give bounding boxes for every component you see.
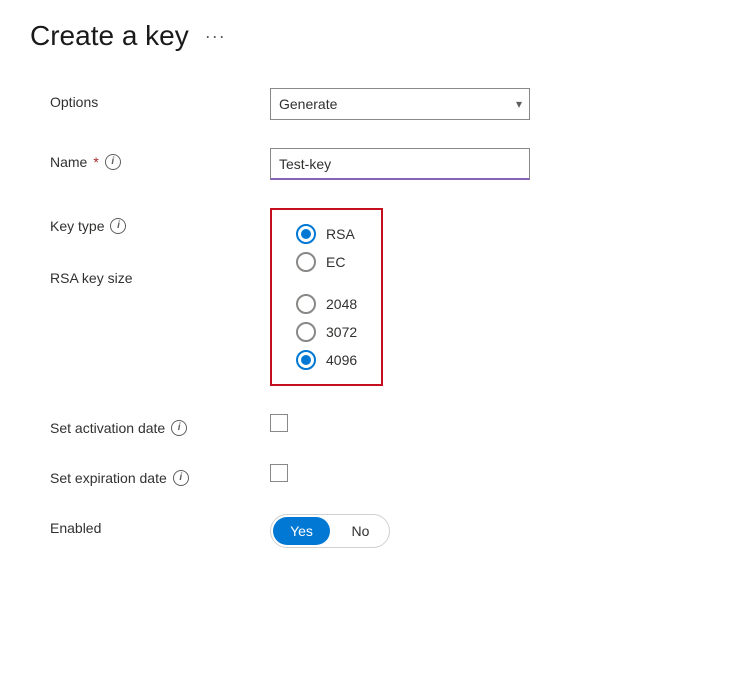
activation-date-control: [270, 414, 704, 432]
options-select-wrapper: GenerateImport: [270, 88, 530, 120]
rsa-label-text: RSA: [326, 226, 355, 242]
ec-label-text: EC: [326, 254, 345, 270]
required-indicator: *: [93, 154, 98, 170]
name-label: Name * i: [50, 148, 270, 170]
name-info-icon[interactable]: i: [105, 154, 121, 170]
expiration-date-label: Set expiration date i: [50, 464, 270, 486]
options-row: Options GenerateImport: [50, 88, 704, 120]
radio-3072-item[interactable]: 3072: [296, 322, 357, 342]
key-type-rsa-labels: Key type i RSA key size: [50, 208, 270, 286]
page-title: Create a key: [30, 20, 189, 52]
enabled-control: Yes No: [270, 514, 704, 548]
key-type-rsa-box-area: RSA EC 2048 3072: [270, 208, 383, 386]
name-control: [270, 148, 704, 180]
expiration-date-row: Set expiration date i: [50, 464, 704, 486]
radio-2048-item[interactable]: 2048: [296, 294, 357, 314]
key-type-label-col: Key type i: [50, 208, 270, 264]
radio-rsa-item[interactable]: RSA: [296, 224, 357, 244]
radio-ec-item[interactable]: EC: [296, 252, 357, 272]
key-type-info-col[interactable]: i: [110, 218, 126, 234]
enabled-label: Enabled: [50, 514, 270, 536]
size-2048-text: 2048: [326, 296, 357, 312]
activation-date-info-icon[interactable]: i: [171, 420, 187, 436]
expiration-date-control: [270, 464, 704, 482]
options-label: Options: [50, 88, 270, 110]
activation-date-checkbox[interactable]: [270, 414, 288, 432]
radio-spacer: [296, 280, 357, 294]
enabled-toggle[interactable]: Yes No: [270, 514, 390, 548]
size-3072-text: 3072: [326, 324, 357, 340]
toggle-no[interactable]: No: [332, 515, 389, 547]
combined-radio-box: RSA EC 2048 3072: [270, 208, 383, 386]
radio-4096-item[interactable]: 4096: [296, 350, 357, 370]
rsa-key-size-label-col: RSA key size: [50, 264, 270, 286]
toggle-yes[interactable]: Yes: [273, 517, 330, 545]
form-container: Options GenerateImport Name * i Key type…: [30, 88, 704, 548]
expiration-date-info-icon[interactable]: i: [173, 470, 189, 486]
options-control: GenerateImport: [270, 88, 704, 120]
enabled-row: Enabled Yes No: [50, 514, 704, 548]
name-row: Name * i: [50, 148, 704, 180]
options-select[interactable]: GenerateImport: [270, 88, 530, 120]
activation-date-label: Set activation date i: [50, 414, 270, 436]
name-input[interactable]: [270, 148, 530, 180]
size-4096-text: 4096: [326, 352, 357, 368]
expiration-date-checkbox[interactable]: [270, 464, 288, 482]
page-header: Create a key ···: [30, 20, 704, 52]
ellipsis-button[interactable]: ···: [199, 24, 232, 49]
activation-date-row: Set activation date i: [50, 414, 704, 436]
